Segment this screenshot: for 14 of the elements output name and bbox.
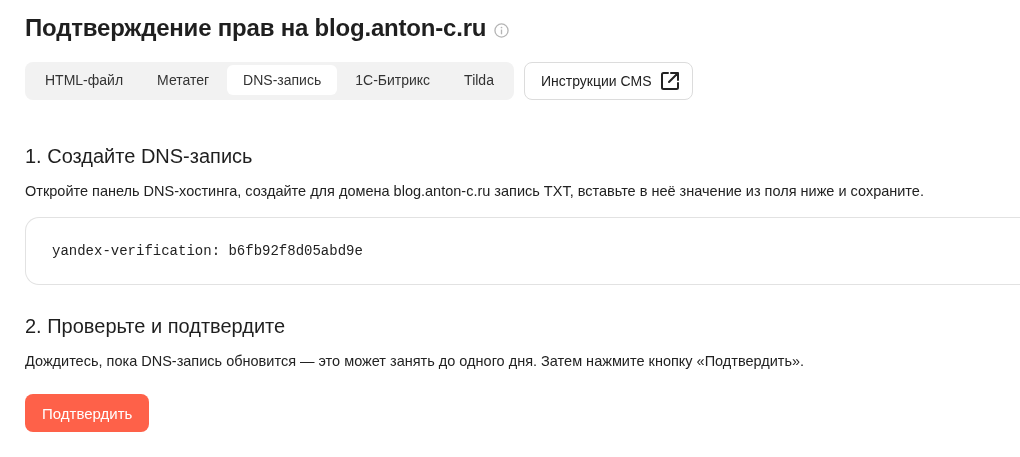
tab[interactable]: Метатег <box>141 65 226 95</box>
step-heading: 1. Создайте DNS-запись <box>25 145 254 168</box>
page-title: Подтверждение прав на blog.anton-c.ru <box>25 14 487 42</box>
external-link-icon <box>659 71 680 91</box>
tab[interactable]: 1С-Битрикс <box>339 65 447 95</box>
step-description: Откройте панель DNS-хостинга, создайте для домена blog.anton-c.ru запись TXT, вставьте в неё значение из поля ниже и сохраните. <box>25 183 925 199</box>
cms-instructions-button[interactable]: Инструкции CMS <box>523 62 693 100</box>
info-icon[interactable] <box>494 22 510 38</box>
tab[interactable]: Tilda <box>448 65 510 95</box>
step-heading: 2. Проверьте и подтвердите <box>25 315 287 338</box>
tab[interactable]: HTML-файл <box>29 65 140 95</box>
tab[interactable]: DNS-запись <box>227 65 338 95</box>
step-description: Дождитесь, пока DNS-запись обновится — это может занять до одного дня. Затем нажмите кнопку «Подтвердить». <box>25 353 806 369</box>
code-field[interactable]: yandex-verification: b6fb92f8d05abd9e <box>25 217 1020 285</box>
